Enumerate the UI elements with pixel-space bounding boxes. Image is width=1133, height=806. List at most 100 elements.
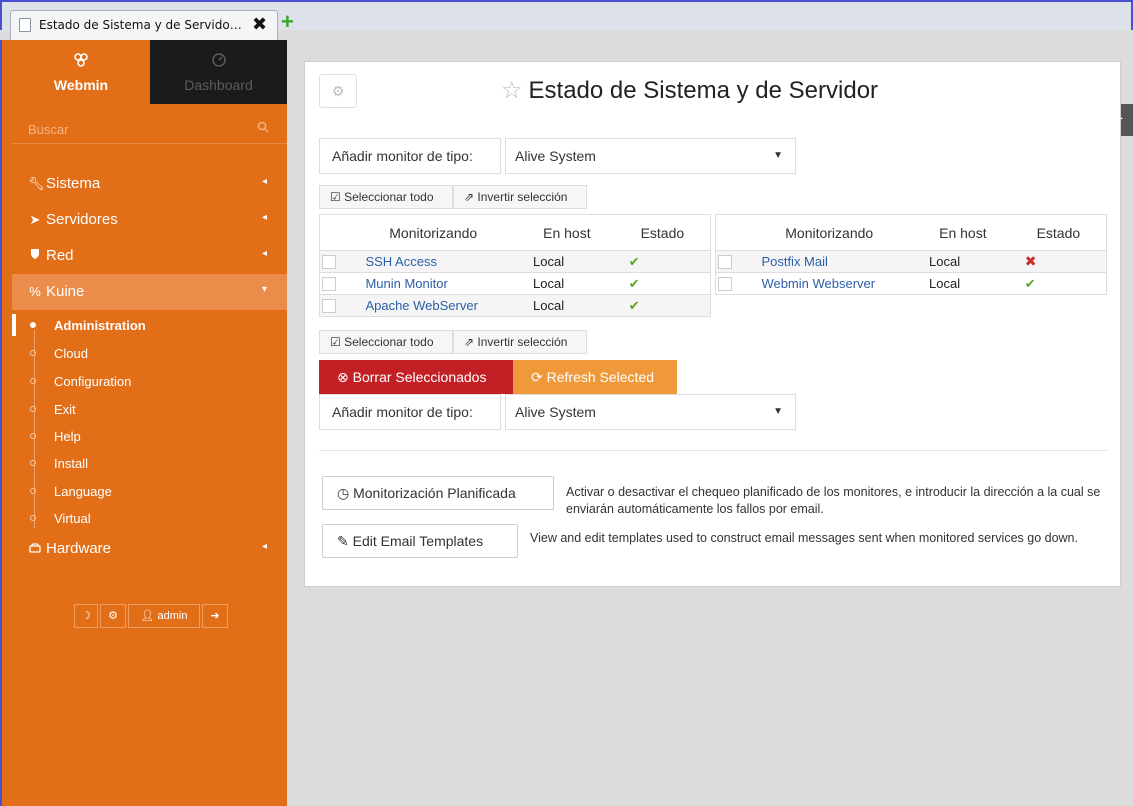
bullet-icon — [30, 378, 36, 384]
sidebar-subitem-virtual[interactable]: Virtual — [12, 505, 287, 532]
table-row: Apache WebServer Local ✔ — [319, 294, 711, 317]
select-all-label: Seleccionar todo — [344, 335, 434, 349]
select-all-label: Seleccionar todo — [344, 190, 434, 204]
select-all-button[interactable]: ☑ Seleccionar todo — [319, 330, 453, 354]
sidebar-subitem-administration[interactable]: Administration — [12, 312, 287, 339]
col-host: En host — [915, 214, 1011, 251]
host-cell: Local — [519, 250, 615, 273]
sidebar: Webmin Dashboard Buscar 🔧︎ Sistema ◂ ➤ S… — [0, 40, 287, 806]
chevron-left-icon: ◂ — [261, 248, 267, 259]
refresh-selected-button[interactable]: ⟳ Refresh Selected — [513, 360, 677, 394]
sidebar-subitem-exit[interactable]: Exit — [12, 396, 287, 423]
browser-tab-title: Estado de Sistema y de Servido… — [39, 18, 242, 32]
new-tab-icon[interactable]: + — [281, 11, 294, 33]
sidebar-subitem-configuration[interactable]: Configuration — [12, 368, 287, 395]
search-icon — [257, 120, 269, 136]
row-checkbox[interactable] — [322, 255, 336, 270]
col-host: En host — [519, 214, 615, 251]
col-monitor: Monitorizando — [347, 214, 519, 251]
invert-selection-button[interactable]: ⇗ Invertir selección — [453, 185, 587, 209]
monitor-link[interactable]: SSH Access — [365, 254, 437, 269]
monitor-link[interactable]: Postfix Mail — [761, 254, 827, 269]
monitor-type-select[interactable]: Alive System ▼ — [505, 138, 796, 174]
product-switch: Webmin Dashboard — [2, 40, 287, 104]
status-ok-icon: ✔ — [628, 253, 640, 269]
theme-settings-button[interactable]: ⚙ — [100, 604, 126, 628]
invert-selection-button[interactable]: ⇗ Invertir selección — [453, 330, 587, 354]
night-mode-button[interactable]: ☽ — [74, 604, 98, 628]
host-cell: Local — [519, 294, 615, 317]
sidebar-subitem-install[interactable]: Install — [12, 450, 287, 477]
sidebar-item-red[interactable]: Red ◂ — [12, 238, 287, 274]
sidebar-subitem-help[interactable]: Help — [12, 423, 287, 450]
times-circle-icon: ⊗ — [337, 369, 349, 385]
star-icon[interactable]: ☆ — [501, 77, 523, 104]
webmin-switch[interactable]: Webmin — [12, 40, 150, 104]
scheduled-monitoring-button[interactable]: ◷ Monitorización Planificada — [322, 476, 554, 510]
monitor-link[interactable]: Munin Monitor — [365, 276, 447, 291]
monitor-cell: Postfix Mail — [743, 250, 915, 273]
monitor-cell: Munin Monitor — [347, 272, 519, 295]
monitor-type-value: Alive System — [515, 404, 596, 420]
bullet-icon — [30, 350, 36, 356]
browser-tab[interactable]: Estado de Sistema y de Servido… ✖ — [10, 10, 278, 40]
table-row: SSH Access Local ✔ — [319, 250, 711, 273]
refresh-icon: ⟳ — [531, 369, 543, 385]
row-checkbox[interactable] — [718, 277, 732, 292]
sidebar-subitem-cloud[interactable]: Cloud — [12, 340, 287, 367]
close-tab-icon[interactable]: ✖ — [252, 14, 267, 35]
monitor-link[interactable]: Webmin Webserver — [761, 276, 875, 291]
monitor-cell: SSH Access — [347, 250, 519, 273]
edit-email-templates-button[interactable]: ✎ Edit Email Templates — [322, 524, 518, 558]
check-square-icon: ☑ — [330, 190, 341, 204]
sidebar-subitem-label: Language — [54, 484, 112, 499]
sidebar-subitem-language[interactable]: Language — [12, 478, 287, 505]
select-all-button[interactable]: ☑ Seleccionar todo — [319, 185, 453, 209]
edit-template-icon: ✎ — [337, 533, 349, 549]
sidebar-subitem-label: Help — [54, 429, 81, 444]
sidebar-item-label: Sistema — [46, 175, 101, 192]
status-ok-icon: ✔ — [1024, 275, 1036, 291]
sidebar-item-label: Kuine — [46, 283, 85, 300]
table-row: Postfix Mail Local ✖ — [715, 250, 1107, 273]
dashboard-switch[interactable]: Dashboard — [150, 40, 287, 104]
section-divider — [319, 450, 1107, 451]
status-cell: ✔ — [614, 294, 711, 317]
logout-button[interactable]: ➜ — [202, 604, 228, 628]
monitors-table-left: Monitorizando En host Estado SSH Access … — [319, 214, 711, 317]
row-checkbox[interactable] — [718, 255, 732, 270]
search-placeholder: Buscar — [28, 122, 69, 137]
checkbox-header — [715, 214, 744, 251]
bullet-icon — [30, 322, 36, 328]
row-checkbox[interactable] — [322, 277, 336, 292]
add-monitor-row: Añadir monitor de tipo: Alive System ▼ — [319, 138, 799, 174]
col-status: Estado — [1010, 214, 1107, 251]
sidebar-item-servidores[interactable]: ➤ Servidores ◂ — [12, 202, 287, 238]
sidebar-item-sistema[interactable]: 🔧︎ Sistema ◂ — [12, 166, 287, 202]
monitors-table-right: Monitorizando En host Estado Postfix Mai… — [715, 214, 1107, 295]
link-icon: % — [29, 284, 41, 299]
module-config-button[interactable]: ⚙ — [319, 74, 357, 108]
sidebar-subitem-label: Configuration — [54, 374, 132, 389]
sidebar-item-kuine[interactable]: % Kuine ▾ — [12, 274, 287, 310]
checkbox-header — [319, 214, 348, 251]
sidebar-item-hardware[interactable]: Hardware ◂ — [12, 531, 287, 567]
check-square-icon: ☑ — [330, 335, 341, 349]
chevron-down-icon: ▾ — [261, 284, 267, 295]
row-checkbox-cell — [319, 294, 348, 317]
monitor-link[interactable]: Apache WebServer — [365, 298, 478, 313]
dropdown-arrow-icon: ▼ — [773, 406, 783, 417]
refresh-selected-label: Refresh Selected — [546, 369, 655, 385]
row-checkbox[interactable] — [322, 299, 336, 314]
sidebar-item-label: Red — [46, 247, 74, 264]
delete-selected-button[interactable]: ⊗ Borrar Seleccionados — [319, 360, 513, 394]
status-cell: ✖ — [1010, 250, 1107, 273]
user-button[interactable]: 👤︎ admin — [128, 604, 200, 628]
bullet-icon — [30, 515, 36, 521]
sidebar-subitem-label: Administration — [54, 318, 146, 333]
monitor-type-select[interactable]: Alive System ▼ — [505, 394, 796, 430]
table-row: Webmin Webserver Local ✔ — [715, 272, 1107, 295]
row-checkbox-cell — [319, 250, 348, 273]
sidebar-search[interactable]: Buscar — [12, 112, 287, 144]
host-cell: Local — [915, 250, 1011, 273]
